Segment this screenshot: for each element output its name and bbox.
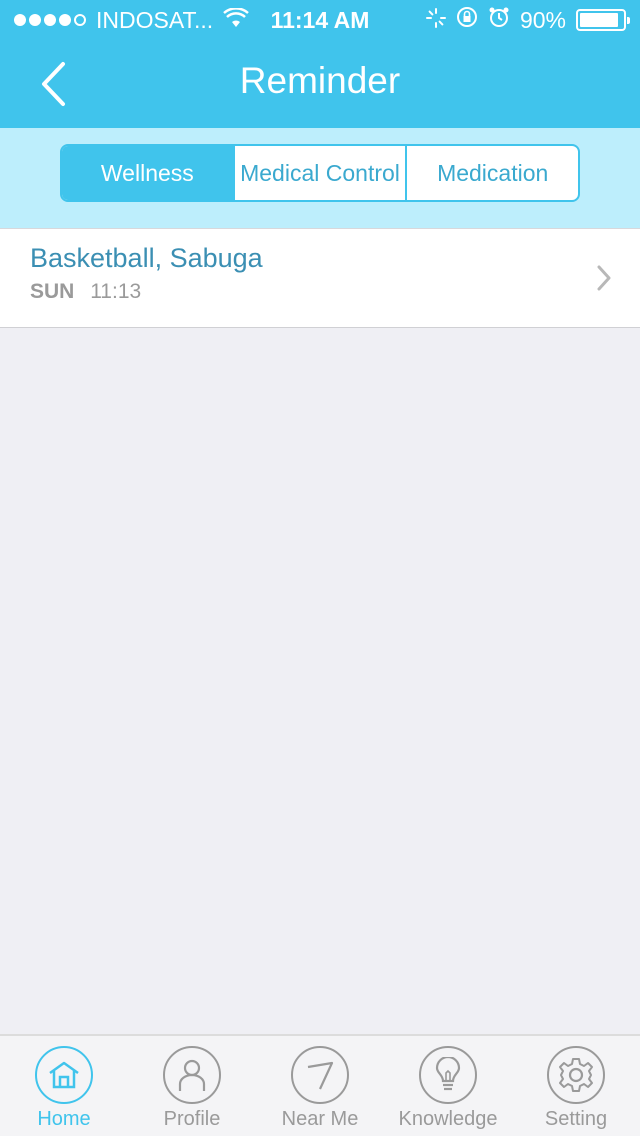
rotation-lock-icon <box>456 6 478 34</box>
status-right: 90% <box>425 6 630 34</box>
page-title: Reminder <box>239 60 401 101</box>
profile-icon <box>163 1046 221 1104</box>
chevron-right-icon <box>597 265 611 291</box>
tab-setting[interactable]: Setting <box>512 1036 640 1136</box>
tab-label-profile: Profile <box>163 1108 221 1130</box>
reminder-item[interactable]: Basketball, Sabuga SUN 11:13 <box>0 229 640 327</box>
segment-medication[interactable]: Medication <box>407 146 578 200</box>
reminder-title: Basketball, Sabuga <box>30 243 263 273</box>
reminder-day: SUN <box>30 280 75 303</box>
tab-home[interactable]: Home <box>0 1036 128 1136</box>
tab-knowledge[interactable]: Knowledge <box>384 1036 512 1136</box>
home-icon <box>35 1046 93 1104</box>
activity-spinner-icon <box>425 7 446 34</box>
tab-label-home: Home <box>37 1108 91 1130</box>
wifi-icon <box>223 6 249 34</box>
tab-label-setting: Setting <box>544 1108 608 1130</box>
signal-strength-icon <box>14 14 86 26</box>
carrier-label: INDOSAT... <box>96 6 214 33</box>
gear-icon <box>547 1046 605 1104</box>
tab-label-near-me: Near Me <box>281 1108 359 1130</box>
header: INDOSAT... 11:14 AM 90% Reminder <box>0 0 640 128</box>
navigation-bar: Reminder <box>0 40 640 128</box>
alarm-icon <box>488 6 510 34</box>
tab-bar: Home Profile Near Me Knowledge Setting <box>0 1034 640 1136</box>
tab-label-knowledge: Knowledge <box>398 1108 498 1130</box>
reminder-list: Basketball, Sabuga SUN 11:13 <box>0 228 640 328</box>
status-left: INDOSAT... <box>14 7 249 34</box>
segment-medical-control[interactable]: Medical Control <box>235 146 408 200</box>
lightbulb-icon <box>419 1046 477 1104</box>
battery-icon <box>576 9 630 31</box>
reminder-schedule: SUN 11:13 <box>30 280 610 304</box>
segment-band: Wellness Medical Control Medication <box>0 128 640 228</box>
battery-percent: 90% <box>519 6 566 33</box>
reminder-time: 11:13 <box>90 280 142 303</box>
tab-near-me[interactable]: Near Me <box>256 1036 384 1136</box>
segmented-control: Wellness Medical Control Medication <box>60 144 580 202</box>
compass-icon <box>291 1046 349 1104</box>
segment-wellness[interactable]: Wellness <box>62 146 235 200</box>
battery-fill <box>580 13 618 27</box>
status-bar: INDOSAT... 11:14 AM 90% <box>0 0 640 40</box>
tab-profile[interactable]: Profile <box>128 1036 256 1136</box>
